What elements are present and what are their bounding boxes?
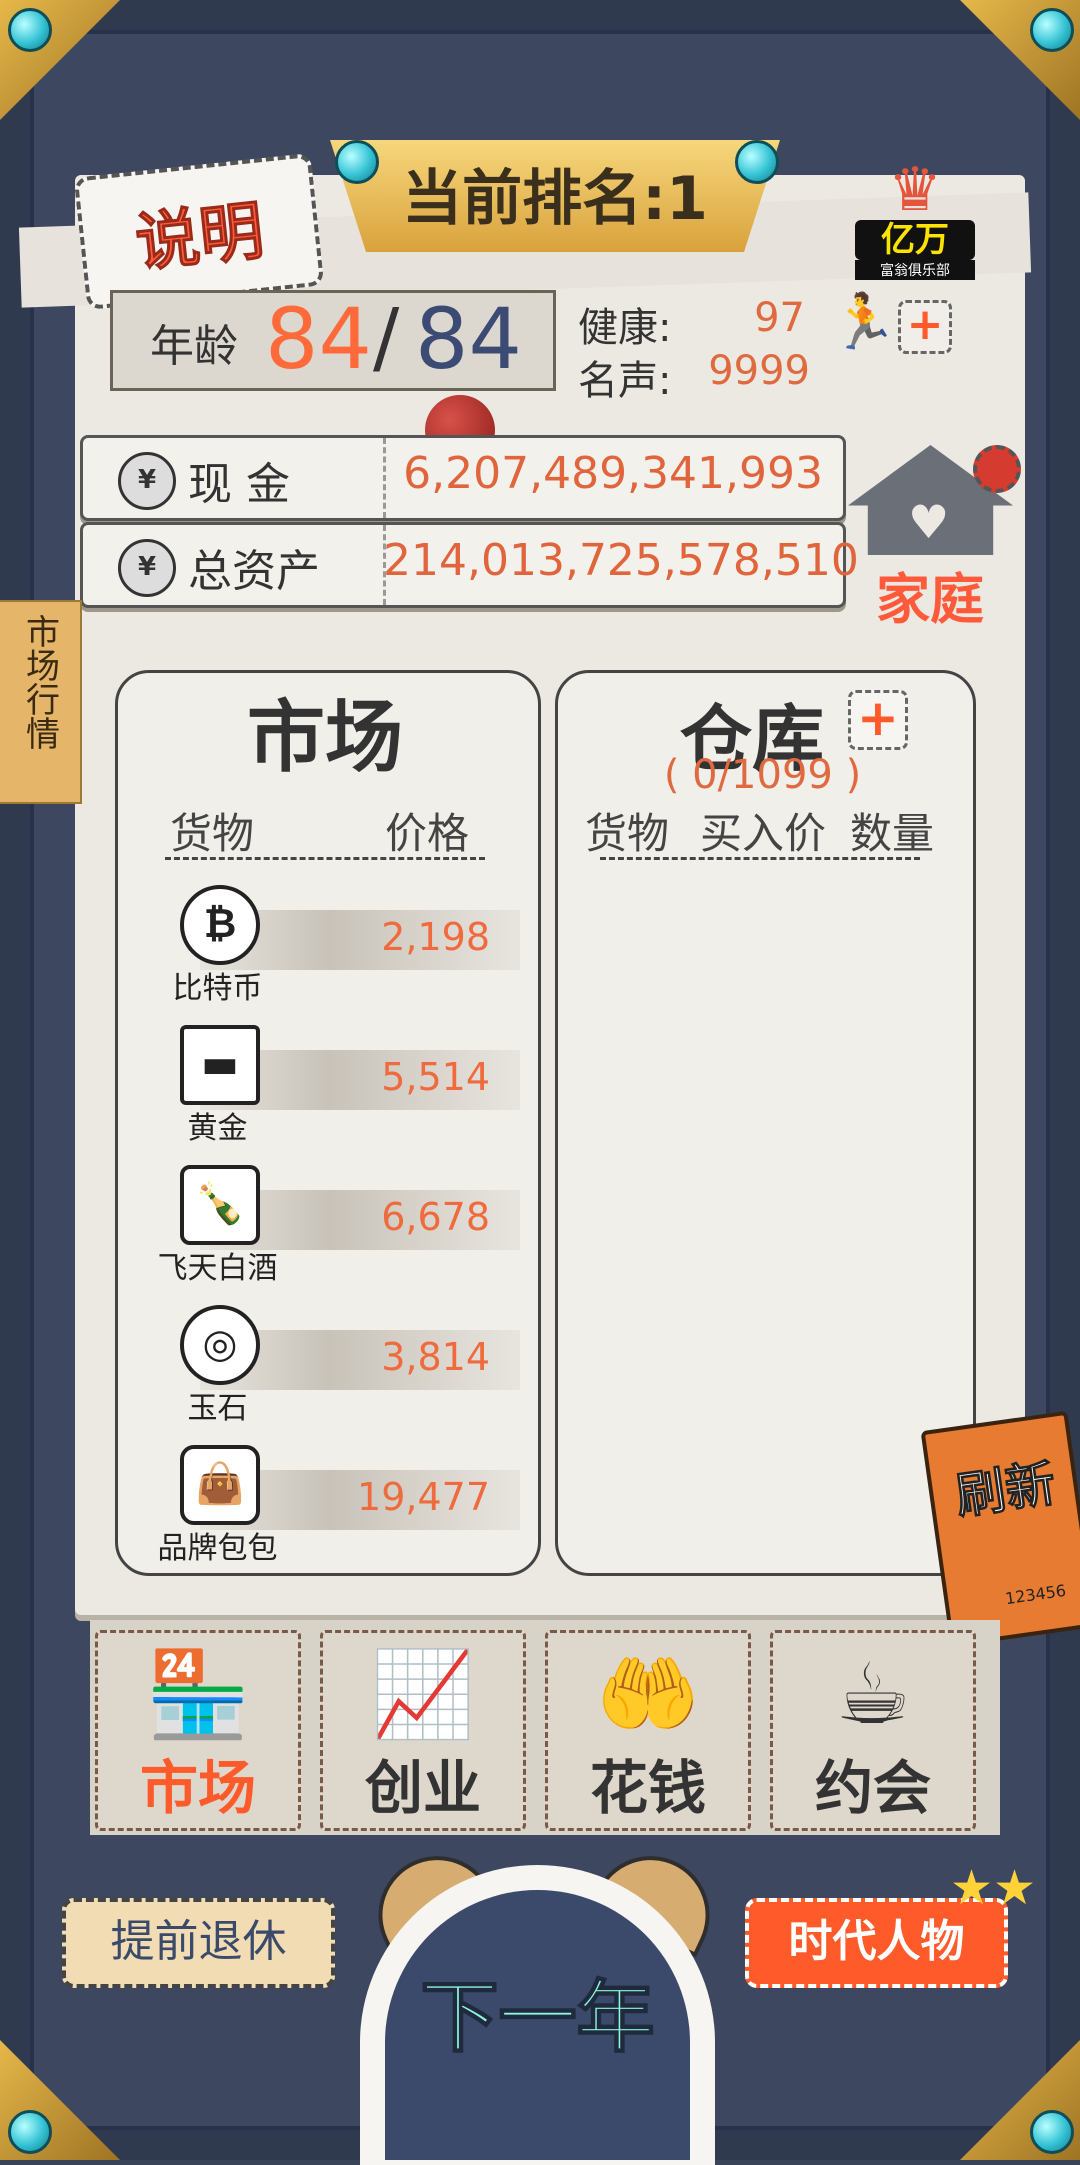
shop-icon: 🏪 <box>145 1645 251 1743</box>
age-separator: / <box>373 293 400 383</box>
item-price: 19,477 <box>357 1475 490 1519</box>
coin-stack-icon: ¥ <box>118 539 176 597</box>
market-info-label: 市场行情 <box>19 614 60 750</box>
age-max: 84 <box>415 290 522 388</box>
tab-label: 创业 <box>364 1754 481 1822</box>
home-label[interactable]: 家庭 <box>850 555 1010 634</box>
hand-coins-icon: 🤲 <box>595 1645 701 1743</box>
market-col-goods: 货物 <box>170 809 255 858</box>
tab-label: 市场 <box>139 1754 256 1822</box>
liquor-bottle-icon: 🍾 <box>180 1165 260 1245</box>
storage-col-buy-price: 买入价 <box>700 809 827 858</box>
divider <box>165 857 485 860</box>
market-item[interactable]: ◎ 玉石 3,814 <box>130 1305 520 1445</box>
crown-icon: ♛ <box>888 155 942 225</box>
jade-icon: ◎ <box>180 1305 260 1385</box>
help-button[interactable]: 说明 <box>73 152 325 311</box>
market-col-price: 价格 <box>385 809 470 858</box>
fame-value: 9999 <box>708 348 810 394</box>
cash-value: 6,207,489,341,993 <box>403 448 823 499</box>
bitcoin-icon: ₿ <box>180 885 260 965</box>
market-title: 市场 <box>246 693 403 783</box>
item-price: 3,814 <box>381 1335 490 1379</box>
coffee-cup-icon: ☕ <box>835 1645 911 1743</box>
assets-value: 214,013,725,578,510 <box>383 535 859 586</box>
tab-label: 约会 <box>814 1754 931 1822</box>
item-price: 5,514 <box>381 1055 490 1099</box>
tab-label: 花钱 <box>589 1754 706 1822</box>
market-item[interactable]: ▬ 黄金 5,514 <box>130 1025 520 1165</box>
item-name: 黄金 <box>187 1111 248 1146</box>
heart-icon: ♥ <box>908 495 950 549</box>
age-label: 年龄 <box>150 321 238 372</box>
tab-dating[interactable]: ☕ 约会 <box>770 1630 976 1831</box>
storage-col-quantity: 数量 <box>850 809 935 858</box>
item-name: 品牌包包 <box>157 1531 278 1566</box>
item-name: 玉石 <box>187 1391 248 1426</box>
tab-spend[interactable]: 🤲 花钱 <box>545 1630 751 1831</box>
market-item[interactable]: ₿ 比特币 2,198 <box>130 885 520 1025</box>
divider <box>600 857 920 860</box>
cash-panel: ¥ 现 金 6,207,489,341,993 <box>80 435 846 521</box>
cash-label: 现 金 <box>188 459 290 510</box>
item-name: 飞天白酒 <box>157 1251 278 1286</box>
gem-icon <box>1030 2110 1074 2154</box>
tab-business[interactable]: 📈 创业 <box>320 1630 526 1831</box>
cash-label-area: ¥ 现 金 <box>83 438 386 518</box>
assets-panel: ¥ 总资产 214,013,725,578,510 <box>80 522 859 608</box>
fame-label: 名声: <box>578 358 672 404</box>
storage-col-goods: 货物 <box>585 809 670 858</box>
market-info-tab[interactable]: 市场行情 <box>0 600 82 804</box>
age-current: 84 <box>265 290 372 388</box>
handbag-icon: 👜 <box>180 1445 260 1525</box>
person-icon: 🏃 <box>830 290 898 353</box>
coin-icon: ¥ <box>118 452 176 510</box>
gem-icon <box>8 2110 52 2154</box>
notification-dot <box>973 445 1021 493</box>
next-year-label[interactable]: 下一年 <box>360 1955 715 2067</box>
gem-icon <box>1030 8 1074 52</box>
gem-icon <box>8 8 52 52</box>
billionaire-club-badge[interactable]: ♛ 亿万 富翁俱乐部 <box>855 160 975 280</box>
market-item[interactable]: 🍾 飞天白酒 6,678 <box>130 1165 520 1305</box>
storage-capacity: ( 0/1099 ) <box>663 752 862 798</box>
assets-label: 总资产 <box>188 546 320 597</box>
market-item[interactable]: 👜 品牌包包 19,477 <box>130 1445 520 1585</box>
gold-bar-icon: ▬ <box>180 1025 260 1105</box>
assets-label-area: ¥ 总资产 <box>83 525 386 605</box>
expand-storage-button[interactable]: + <box>848 690 908 750</box>
rank-title: 当前排名:1 <box>402 164 708 234</box>
club-subtitle: 富翁俱乐部 <box>855 260 975 280</box>
early-retire-button[interactable]: 提前退休 <box>62 1898 335 1988</box>
tab-market[interactable]: 🏪 市场 <box>95 1630 301 1831</box>
health-label: 健康: <box>578 305 672 351</box>
club-name: 亿万 <box>855 220 975 260</box>
star-icon: ★★ <box>950 1860 1037 1916</box>
health-value: 97 <box>754 295 805 341</box>
add-health-button[interactable]: + <box>898 300 952 354</box>
chart-up-icon: 📈 <box>370 1645 476 1743</box>
item-name: 比特币 <box>172 971 263 1006</box>
item-price: 6,678 <box>381 1195 490 1239</box>
item-price: 2,198 <box>381 915 490 959</box>
